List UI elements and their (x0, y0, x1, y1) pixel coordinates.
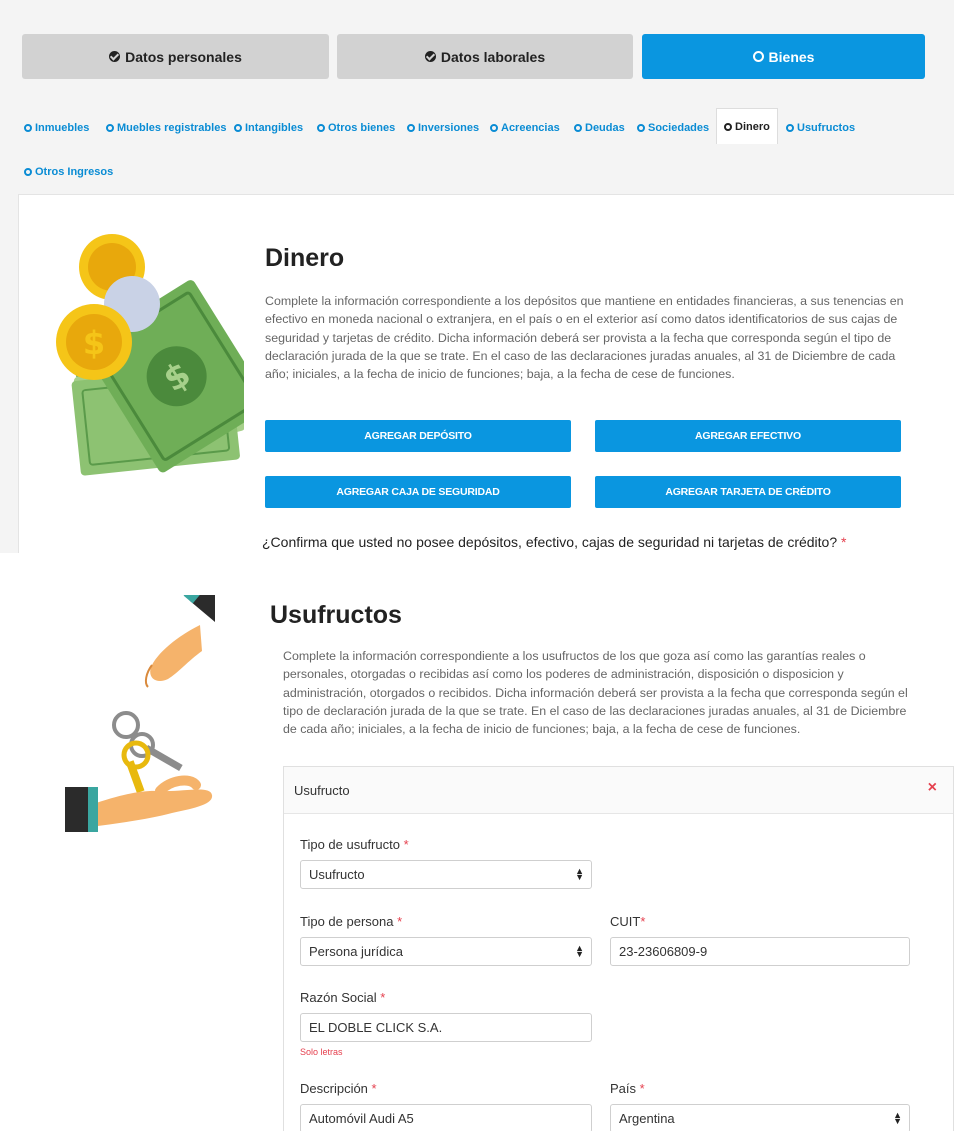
subnav-label: Inversiones (418, 122, 480, 134)
subnav-label: Otros bienes (328, 122, 396, 134)
subnav-item-dinero[interactable]: Dinero (716, 108, 778, 144)
circle-icon (724, 122, 732, 131)
select-arrows-icon: ▲ ▼ (575, 866, 584, 882)
circle-icon (317, 124, 325, 132)
dinero-title: Dinero (265, 244, 345, 272)
check-circle-icon (109, 51, 121, 62)
tab-datos-personales[interactable]: Datos personales (22, 34, 329, 79)
circle-icon (234, 124, 242, 132)
usufructos-title: Usufructos (270, 601, 402, 629)
label-text: País (610, 1081, 637, 1096)
subnav-label: Muebles registrables (117, 122, 227, 134)
subnav: Inmuebles Muebles registrables Intangibl… (16, 108, 938, 178)
required-mark: * (371, 1081, 377, 1096)
subnav-item-deudas[interactable]: Deudas (574, 117, 625, 139)
subnav-label: Sociedades (648, 122, 710, 134)
razon-social-input[interactable]: EL DOBLE CLICK S.A. (300, 1013, 592, 1042)
descripcion-label: Descripción * (300, 1081, 377, 1096)
confirm-text: ¿Confirma que usted no posee depósitos, … (262, 534, 838, 550)
required-mark: * (639, 1081, 645, 1096)
keys-hands-illustration (65, 595, 215, 832)
circle-icon (407, 124, 415, 132)
cuit-label: CUIT* (610, 914, 645, 929)
tipo-persona-select[interactable]: Persona jurídica ▲ ▼ (300, 937, 592, 966)
label-text: CUIT (610, 914, 641, 929)
confirm-question: ¿Confirma que usted no posee depósitos, … (262, 534, 846, 550)
usufructos-description: Complete la información correspondiente … (283, 649, 908, 737)
circle-icon (786, 124, 794, 132)
subnav-item-otros-ingresos[interactable]: Otros Ingresos (24, 161, 113, 183)
subnav-label: Acreencias (501, 122, 560, 134)
subnav-item-muebles-registrables[interactable]: Muebles registrables (106, 117, 226, 139)
tipo-usufructo-select[interactable]: Usufructo ▲ ▼ (300, 860, 592, 889)
tab-label: Bienes (768, 48, 815, 65)
tab-label: Datos laborales (440, 48, 546, 65)
agregar-deposito-button[interactable]: AGREGAR DEPÓSITO (265, 420, 571, 452)
agregar-caja-seguridad-button[interactable]: AGREGAR CAJA DE SEGURIDAD (265, 476, 571, 508)
agregar-efectivo-button[interactable]: AGREGAR EFECTIVO (595, 420, 901, 452)
circle-icon (752, 51, 764, 62)
subnav-label: Inmuebles (35, 122, 90, 134)
descripcion-input[interactable]: Automóvil Audi A5 (300, 1104, 592, 1131)
subnav-label: Otros Ingresos (35, 166, 114, 178)
subnav-label: Dinero (735, 120, 770, 133)
subnav-label: Intangibles (245, 122, 304, 134)
required-mark: * (380, 990, 386, 1005)
subnav-item-sociedades[interactable]: Sociedades (637, 117, 709, 139)
circle-icon (637, 124, 645, 132)
close-icon[interactable]: × (928, 779, 937, 797)
razon-social-hint: Solo letras (300, 1047, 343, 1057)
required-mark: * (640, 914, 646, 929)
usufructo-panel: Usufructo × Tipo de usufructo * Usufruct… (283, 766, 954, 1131)
panel-header: Usufructo × (284, 767, 953, 814)
check-circle-icon (424, 51, 436, 62)
select-arrows-icon: ▲ ▼ (893, 1110, 902, 1126)
svg-text:$: $ (83, 324, 105, 362)
subnav-item-inversiones[interactable]: Inversiones (407, 117, 479, 139)
circle-icon (106, 124, 114, 132)
subnav-label: Deudas (585, 122, 625, 134)
select-value: Persona jurídica (309, 944, 403, 959)
circle-icon (24, 168, 32, 176)
tab-bienes[interactable]: Bienes (642, 34, 925, 79)
circle-icon (574, 124, 582, 132)
circle-icon (490, 124, 498, 132)
tab-label: Datos personales (125, 48, 242, 65)
dinero-description: Complete la información correspondiente … (265, 294, 904, 382)
label-text: Descripción (300, 1081, 368, 1096)
subnav-item-intangibles[interactable]: Intangibles (234, 117, 303, 139)
select-value: Usufructo (309, 867, 365, 882)
cuit-input[interactable]: 23-23606809-9 (610, 937, 910, 966)
subnav-item-acreencias[interactable]: Acreencias (490, 117, 560, 139)
required-mark: * (841, 534, 847, 550)
label-text: Tipo de usufructo (300, 837, 400, 852)
money-illustration: $ $ (56, 234, 244, 476)
circle-icon (24, 124, 32, 132)
label-text: Razón Social (300, 990, 377, 1005)
tipo-persona-label: Tipo de persona * (300, 914, 402, 929)
top-section: Datos personales Datos laborales Bienes … (0, 0, 954, 553)
required-mark: * (397, 914, 403, 929)
tipo-usufructo-label: Tipo de usufructo * (300, 837, 409, 852)
pais-select[interactable]: Argentina ▲ ▼ (610, 1104, 910, 1131)
select-value: Argentina (619, 1111, 675, 1126)
label-text: Tipo de persona (300, 914, 394, 929)
subnav-item-otros-bienes[interactable]: Otros bienes (317, 117, 395, 139)
subnav-label: Usufructos (797, 122, 856, 134)
tab-datos-laborales[interactable]: Datos laborales (337, 34, 633, 79)
required-mark: * (403, 837, 409, 852)
subnav-item-inmuebles[interactable]: Inmuebles (24, 117, 89, 139)
agregar-tarjeta-credito-button[interactable]: AGREGAR TARJETA DE CRÉDITO (595, 476, 901, 508)
razon-social-label: Razón Social * (300, 990, 385, 1005)
panel-title: Usufructo (294, 783, 350, 798)
select-arrows-icon: ▲ ▼ (575, 943, 584, 959)
subnav-item-usufructos[interactable]: Usufructos (786, 117, 855, 139)
pais-label: País * (610, 1081, 645, 1096)
